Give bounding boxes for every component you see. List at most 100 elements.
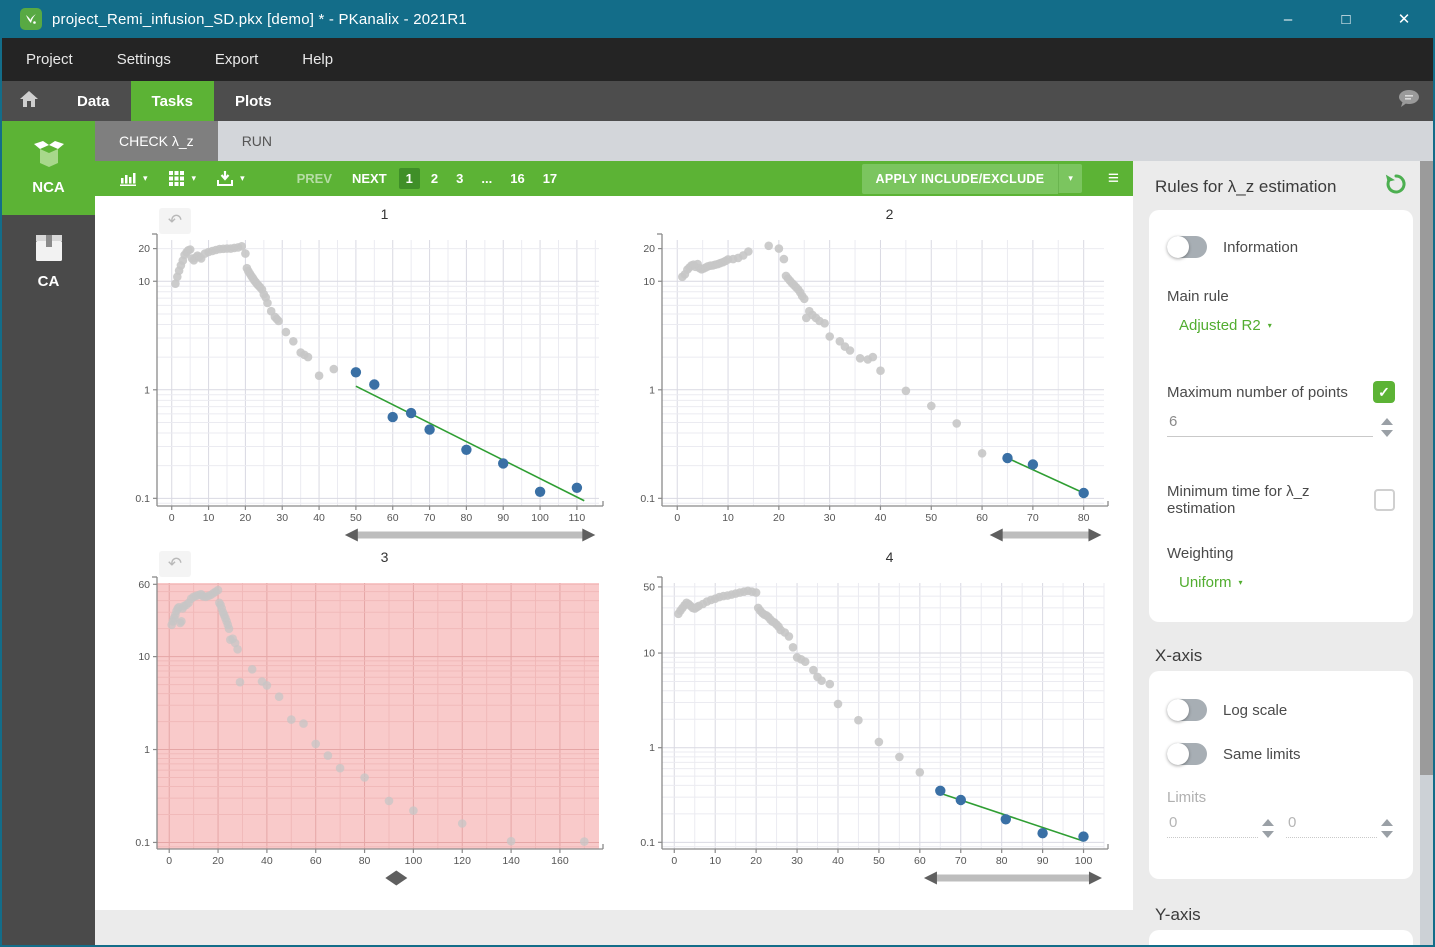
- data-point[interactable]: [875, 738, 884, 747]
- data-point[interactable]: [287, 715, 296, 724]
- selected-data-point[interactable]: [1037, 828, 1047, 838]
- data-point[interactable]: [744, 247, 753, 256]
- data-point[interactable]: [916, 768, 925, 777]
- apply-dropdown-caret[interactable]: ▾: [1058, 164, 1082, 193]
- page-number-16[interactable]: 16: [503, 168, 531, 189]
- subtab-check-lambda-z[interactable]: CHECK λ_z: [95, 121, 218, 161]
- lambda-z-range-slider[interactable]: [990, 529, 1102, 542]
- weighting-select[interactable]: Uniform ▾: [1179, 574, 1243, 591]
- apply-include-exclude-button[interactable]: APPLY INCLUDE/EXCLUDE: [862, 164, 1059, 194]
- data-point[interactable]: [775, 244, 784, 253]
- data-point[interactable]: [800, 295, 809, 304]
- menu-help[interactable]: Help: [280, 38, 355, 81]
- selected-data-point[interactable]: [1079, 488, 1089, 498]
- tab-tasks[interactable]: Tasks: [131, 81, 214, 121]
- data-point[interactable]: [876, 366, 885, 375]
- data-point[interactable]: [801, 657, 810, 666]
- data-point[interactable]: [315, 371, 324, 380]
- spinner-up-icon[interactable]: [1381, 418, 1393, 425]
- max-points-input[interactable]: [1167, 411, 1373, 437]
- min-time-checkbox[interactable]: [1374, 489, 1395, 511]
- selected-data-point[interactable]: [1028, 459, 1038, 469]
- scrollbar-thumb[interactable]: [1420, 161, 1433, 775]
- data-point[interactable]: [854, 716, 863, 725]
- minimize-button[interactable]: –: [1259, 0, 1317, 38]
- page-ellipsis[interactable]: ...: [474, 168, 499, 189]
- plot-undo-button[interactable]: ↶: [159, 551, 191, 577]
- data-point[interactable]: [458, 819, 467, 828]
- prev-page-button[interactable]: PREV: [289, 168, 340, 189]
- data-point[interactable]: [507, 837, 516, 846]
- next-page-button[interactable]: NEXT: [344, 168, 395, 189]
- data-point[interactable]: [289, 337, 298, 346]
- data-point[interactable]: [752, 588, 761, 597]
- maximize-button[interactable]: □: [1317, 0, 1375, 38]
- data-point[interactable]: [780, 255, 789, 264]
- data-point[interactable]: [409, 806, 418, 815]
- data-point[interactable]: [927, 402, 936, 411]
- subtab-run[interactable]: RUN: [218, 121, 296, 161]
- information-toggle[interactable]: [1167, 236, 1207, 258]
- selected-data-point[interactable]: [369, 379, 379, 389]
- close-button[interactable]: ✕: [1375, 0, 1433, 38]
- sidebar-item-ca[interactable]: CA: [2, 215, 95, 309]
- data-point[interactable]: [895, 753, 904, 762]
- data-point[interactable]: [952, 419, 961, 428]
- spinner-down-icon[interactable]: [1381, 430, 1393, 437]
- data-point[interactable]: [263, 299, 272, 308]
- data-point[interactable]: [385, 797, 394, 806]
- data-point[interactable]: [225, 624, 234, 633]
- lambda-z-range-slider-collapsed[interactable]: [385, 871, 407, 886]
- data-point[interactable]: [764, 242, 773, 251]
- selected-data-point[interactable]: [461, 445, 471, 455]
- same-limits-toggle[interactable]: [1167, 743, 1207, 765]
- selected-data-point[interactable]: [498, 458, 508, 468]
- data-point[interactable]: [214, 586, 223, 595]
- lambda-z-range-slider[interactable]: [924, 872, 1102, 885]
- data-point[interactable]: [360, 773, 369, 782]
- page-number-2[interactable]: 2: [424, 168, 445, 189]
- data-point[interactable]: [311, 740, 320, 749]
- data-point[interactable]: [336, 764, 345, 773]
- data-point[interactable]: [248, 665, 257, 674]
- home-button[interactable]: [2, 81, 56, 121]
- grid-layout-button[interactable]: ▾: [166, 168, 197, 190]
- plot-undo-button[interactable]: ↶: [159, 208, 191, 234]
- x-limit-max-input[interactable]: [1286, 812, 1377, 838]
- data-point[interactable]: [330, 365, 339, 374]
- data-point[interactable]: [236, 678, 245, 687]
- feedback-button[interactable]: [1385, 81, 1433, 121]
- tab-data[interactable]: Data: [56, 81, 131, 121]
- data-point[interactable]: [856, 354, 865, 363]
- selected-data-point[interactable]: [351, 367, 361, 377]
- data-point[interactable]: [820, 319, 829, 328]
- data-point[interactable]: [282, 328, 291, 337]
- data-point[interactable]: [177, 617, 186, 626]
- data-point[interactable]: [233, 645, 242, 654]
- data-point[interactable]: [275, 692, 284, 701]
- data-point[interactable]: [580, 837, 589, 846]
- data-point[interactable]: [869, 353, 878, 362]
- data-point[interactable]: [902, 387, 911, 396]
- max-points-checkbox[interactable]: ✓: [1373, 381, 1395, 403]
- data-point[interactable]: [846, 346, 855, 355]
- spinner-up-icon[interactable]: [1381, 819, 1393, 826]
- x-limit-min-input[interactable]: [1167, 812, 1258, 838]
- selected-data-point[interactable]: [956, 795, 966, 805]
- data-point[interactable]: [834, 700, 843, 709]
- plot-type-button[interactable]: ▾: [117, 168, 148, 190]
- data-point[interactable]: [825, 332, 834, 341]
- selected-data-point[interactable]: [424, 424, 434, 434]
- menu-export[interactable]: Export: [193, 38, 280, 81]
- data-point[interactable]: [978, 449, 987, 458]
- data-point[interactable]: [304, 353, 313, 362]
- page-number-17[interactable]: 17: [536, 168, 564, 189]
- menu-settings[interactable]: Settings: [95, 38, 193, 81]
- data-point[interactable]: [785, 632, 794, 641]
- spinner-down-icon[interactable]: [1381, 831, 1393, 838]
- selected-data-point[interactable]: [572, 483, 582, 493]
- toolbar-menu-button[interactable]: ≡: [1108, 169, 1119, 188]
- selected-data-point[interactable]: [1001, 814, 1011, 824]
- export-plot-button[interactable]: ▾: [214, 168, 245, 190]
- data-point[interactable]: [789, 643, 798, 652]
